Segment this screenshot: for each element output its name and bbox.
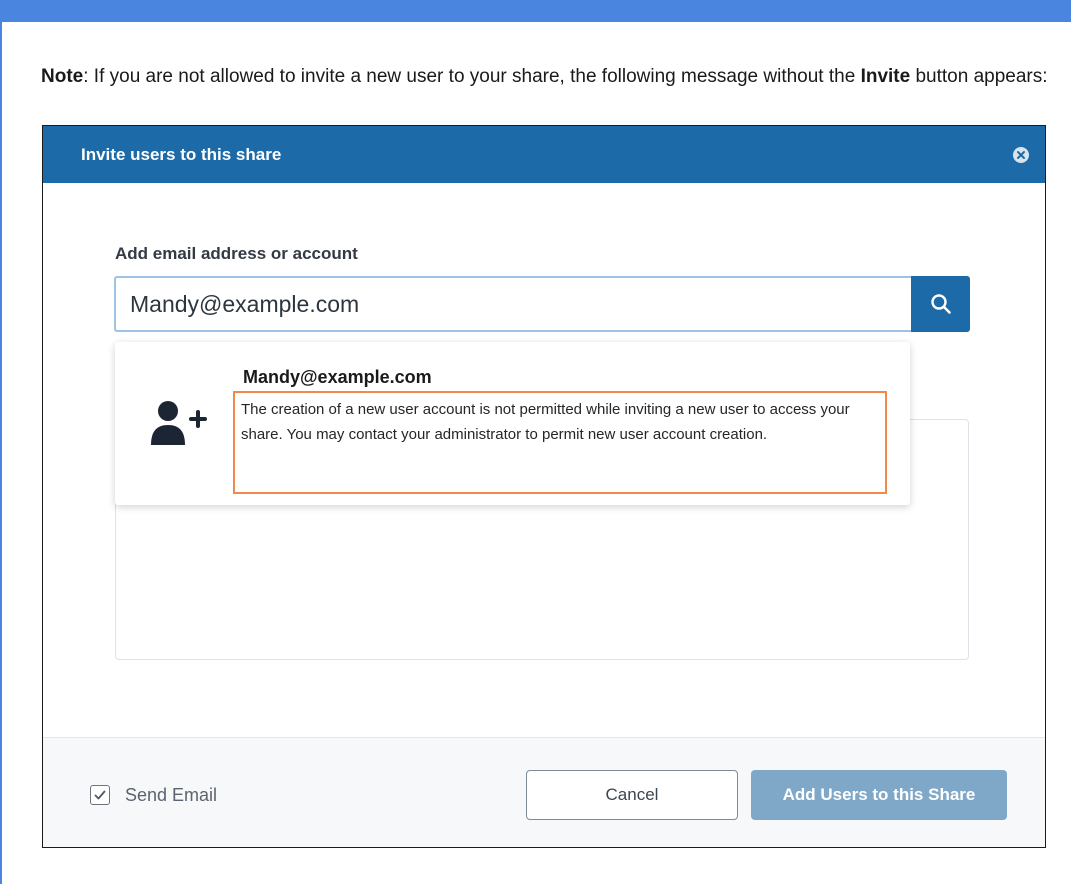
note-text-after: button appears:: [910, 66, 1048, 87]
invite-users-dialog: Invite users to this share Add email add…: [42, 125, 1046, 848]
note-invite-word: Invite: [860, 66, 911, 87]
search-button[interactable]: [911, 276, 970, 332]
suggestion-email: Mandy@example.com: [243, 367, 432, 387]
dialog-header: Invite users to this share: [43, 126, 1045, 183]
not-permitted-message: The creation of a new user account is no…: [233, 391, 887, 494]
add-user-icon: [151, 401, 207, 445]
close-circle-icon[interactable]: [1013, 147, 1029, 163]
checkbox-box[interactable]: [90, 785, 110, 805]
send-email-label: Send Email: [125, 785, 218, 805]
note-text-before: : If you are not allowed to invite a new…: [83, 66, 861, 87]
page: Note: If you are not allowed to invite a…: [0, 0, 1071, 884]
checkmark-icon: [94, 790, 106, 800]
cancel-button[interactable]: Cancel: [526, 770, 738, 820]
add-users-button[interactable]: Add Users to this Share: [751, 770, 1007, 820]
search-icon: [931, 294, 951, 314]
email-search-input[interactable]: [114, 276, 911, 332]
dialog-title: Invite users to this share: [81, 145, 282, 164]
add-email-label: Add email address or account: [115, 244, 358, 263]
dialog-footer: Send Email Cancel Add Users to this Shar…: [43, 738, 1045, 847]
user-suggestion-item[interactable]: Mandy@example.com The creation of a new …: [115, 342, 910, 505]
top-accent-bar: [0, 0, 1071, 22]
note-lead: Note: [41, 66, 84, 87]
note-paragraph: Note: If you are not allowed to invite a…: [41, 63, 1051, 91]
